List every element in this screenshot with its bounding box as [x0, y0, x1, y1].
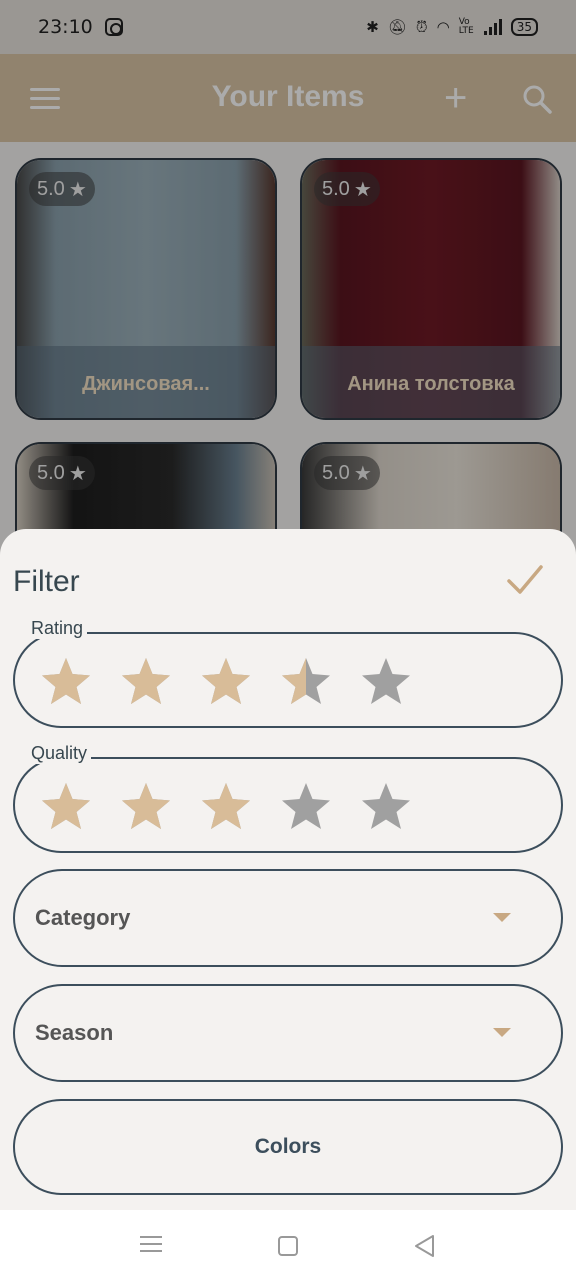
season-dropdown[interactable]: Season — [13, 984, 563, 1082]
category-label: Category — [35, 905, 131, 930]
quality-filter: Quality — [13, 743, 563, 853]
star-icon[interactable] — [359, 781, 413, 831]
star-icon[interactable] — [39, 656, 93, 706]
star-icon[interactable] — [199, 781, 253, 831]
rating-stars[interactable] — [39, 656, 413, 706]
check-icon[interactable] — [506, 563, 544, 597]
star-icon[interactable] — [119, 656, 173, 706]
back-icon[interactable] — [413, 1234, 435, 1258]
star-icon[interactable] — [279, 781, 333, 831]
star-icon[interactable] — [359, 656, 413, 706]
dropdown-arrow-icon — [493, 913, 511, 922]
system-nav-bar — [0, 1210, 576, 1280]
season-label: Season — [35, 1020, 114, 1045]
colors-button[interactable]: Colors — [13, 1099, 563, 1195]
quality-label: Quality — [27, 743, 92, 764]
rating-label: Rating — [27, 618, 88, 639]
star-icon[interactable] — [199, 656, 253, 706]
dropdown-arrow-icon — [493, 1028, 511, 1037]
star-icon[interactable] — [279, 656, 333, 706]
filter-title: Filter — [13, 565, 80, 598]
recent-apps-icon[interactable] — [140, 1236, 162, 1257]
rating-filter: Rating — [13, 618, 563, 728]
star-icon[interactable] — [39, 781, 93, 831]
home-icon[interactable] — [278, 1236, 298, 1256]
star-icon[interactable] — [119, 781, 173, 831]
quality-stars[interactable] — [39, 781, 413, 831]
category-dropdown[interactable]: Category — [13, 869, 563, 967]
